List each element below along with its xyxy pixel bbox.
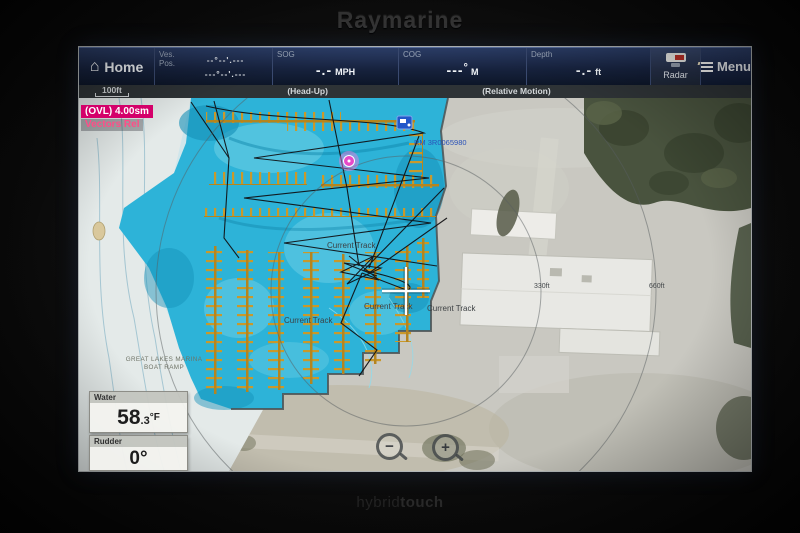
track-label: Current Track xyxy=(427,304,476,313)
orientation-mode-label: (Head-Up) xyxy=(287,86,328,96)
bezel-brand-logo: Raymarine xyxy=(0,7,800,34)
databox-depth[interactable]: Depth -.-ft xyxy=(527,48,651,85)
chart-overlay-labels: (OVL) 4.00sm Vectors Rel xyxy=(81,101,153,131)
track-label: Current Track xyxy=(327,241,376,250)
cog-value: ---°M xyxy=(399,62,526,80)
cog-label: COG xyxy=(403,50,421,59)
range-ring-label: 330ft xyxy=(534,283,550,290)
vectors-mode-label: Vectors Rel xyxy=(81,119,143,131)
range-ring-label: 660ft xyxy=(649,283,665,290)
home-label: Home xyxy=(104,59,143,75)
zoom-in-icon: + xyxy=(441,440,450,455)
menu-label: Menu xyxy=(717,59,751,74)
databox-cog[interactable]: COG ---°M xyxy=(399,48,527,85)
depth-label: Depth xyxy=(531,50,552,59)
chartplotter-device: Raymarine hybridtouch ⌂ Home Ves. Pos. -… xyxy=(0,0,800,533)
overlay-range-label: (OVL) 4.00sm xyxy=(81,105,153,118)
sog-value: -.-MPH xyxy=(273,62,398,80)
rudder-label: Rudder xyxy=(90,436,187,447)
water-temp-value: 58.3°F xyxy=(90,403,187,432)
toolbar: ⌂ Home Ves. Pos. --°--'.--- ---°--'.--- … xyxy=(79,47,751,85)
databox-sog[interactable]: SOG -.-MPH xyxy=(273,48,399,85)
depth-value: -.-ft xyxy=(527,62,650,80)
poi-marina-label2: BOAT RAMP xyxy=(144,364,184,371)
rudder-angle-databox[interactable]: Rudder 0° xyxy=(89,435,188,471)
status-bar: 100ft (Head-Up) (Relative Motion) xyxy=(79,85,751,98)
menu-button[interactable]: Menu xyxy=(701,48,751,85)
home-icon: ⌂ xyxy=(90,59,100,75)
sog-label: SOG xyxy=(277,50,295,59)
chart-scale-indicator: 100ft xyxy=(95,85,129,97)
track-label: Current Track xyxy=(284,316,333,325)
vespos-value: --°--'.--- ---°--'.--- xyxy=(181,53,270,82)
home-button[interactable]: ⌂ Home xyxy=(79,48,155,85)
zoom-in-button[interactable]: + xyxy=(432,434,459,461)
radar-app-icon xyxy=(666,53,686,68)
zoom-out-icon: − xyxy=(385,439,394,454)
mfd-screen: ⌂ Home Ves. Pos. --°--'.--- ---°--'.--- … xyxy=(78,46,752,472)
databox-vessel-position[interactable]: Ves. Pos. --°--'.--- ---°--'.--- xyxy=(155,48,273,85)
vespos-label: Ves. Pos. xyxy=(159,50,175,68)
motion-mode-label: (Relative Motion) xyxy=(482,86,550,96)
station-marker-label: RM 3R0065980 xyxy=(414,138,467,147)
rudder-value: 0° xyxy=(90,447,187,470)
radar-app-button[interactable]: Radar xyxy=(651,48,701,85)
water-temp-label: Water xyxy=(90,392,187,403)
waypoint-marker[interactable] xyxy=(341,153,357,169)
zoom-out-button[interactable]: − xyxy=(376,433,403,460)
poi-marina-label: GREAT LAKES MARINA xyxy=(126,356,203,363)
water-temp-databox[interactable]: Water 58.3°F xyxy=(89,391,188,433)
radar-label: Radar xyxy=(663,70,688,80)
hamburger-menu-icon xyxy=(701,62,713,72)
bezel-model-logo: hybridtouch xyxy=(0,494,800,511)
